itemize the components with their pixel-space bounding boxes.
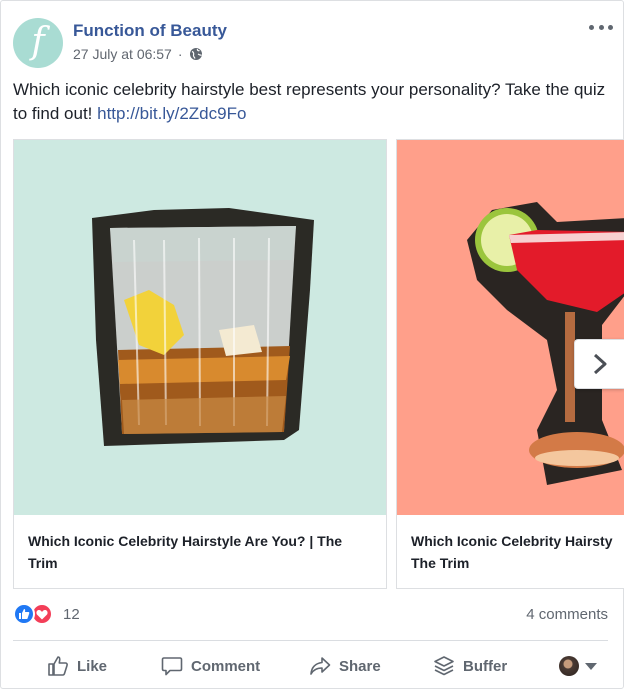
avatar-letter: f (31, 21, 45, 62)
comment-button[interactable]: Comment (161, 649, 260, 683)
like-reaction-icon (13, 603, 35, 625)
buffer-label: Buffer (463, 657, 508, 675)
whiskey-glass-image (92, 208, 314, 446)
reaction-icons[interactable] (13, 603, 53, 625)
meta-separator: · (177, 46, 183, 62)
caret-down-icon (585, 662, 597, 670)
share-button[interactable]: Share (309, 649, 381, 683)
post-as-selector[interactable] (559, 649, 597, 683)
card-title[interactable]: Which Iconic Celebrity Hairsty The Trim (411, 530, 624, 574)
share-arrow-icon (310, 657, 331, 675)
link-carousel: Which Iconic Celebrity Hairstyle Are You… (13, 139, 624, 589)
card-title-line2: The Trim (411, 555, 470, 571)
thumbs-up-icon (48, 656, 68, 676)
post-link[interactable]: http://bit.ly/2Zdc9Fo (97, 104, 246, 123)
more-options-icon[interactable] (589, 18, 613, 36)
chevron-right-icon (593, 353, 606, 375)
page-name-link[interactable]: Function of Beauty (73, 21, 227, 41)
reaction-count[interactable]: 12 (63, 606, 80, 623)
share-label: Share (339, 657, 381, 675)
carousel-next-button[interactable] (574, 339, 624, 389)
post-timestamp[interactable]: 27 July at 06:57 (73, 46, 172, 62)
card-image-margarita[interactable] (397, 140, 624, 515)
page-avatar[interactable]: f (13, 18, 63, 68)
reactions-bar: 12 4 comments (13, 601, 608, 627)
like-button[interactable]: Like (47, 649, 107, 683)
comments-count-link[interactable]: 4 comments (526, 606, 608, 623)
like-label: Like (77, 657, 108, 675)
post-actions: Like Comment Share Buffer (13, 649, 613, 683)
viewer-avatar (559, 656, 579, 676)
post-header: f Function of Beauty 27 July at 06:57 · (13, 18, 613, 68)
buffer-button[interactable]: Buffer (433, 649, 507, 683)
post-meta: 27 July at 06:57 · (73, 46, 203, 62)
divider (13, 640, 608, 641)
globe-icon[interactable] (189, 47, 203, 61)
card-image-whiskey[interactable] (14, 140, 386, 515)
carousel-card[interactable]: Which Iconic Celebrity Hairstyle Are You… (13, 139, 387, 589)
post-message: Which iconic celebrity hairstyle best re… (13, 78, 613, 126)
card-title-line1: Which Iconic Celebrity Hairsty (411, 533, 613, 549)
buffer-layers-icon (434, 656, 454, 676)
margarita-glass-image (467, 202, 624, 485)
comment-label: Comment (191, 657, 261, 675)
facebook-post: f Function of Beauty 27 July at 06:57 · … (0, 0, 624, 689)
card-title[interactable]: Which Iconic Celebrity Hairstyle Are You… (28, 530, 368, 574)
comment-bubble-icon (161, 657, 183, 676)
